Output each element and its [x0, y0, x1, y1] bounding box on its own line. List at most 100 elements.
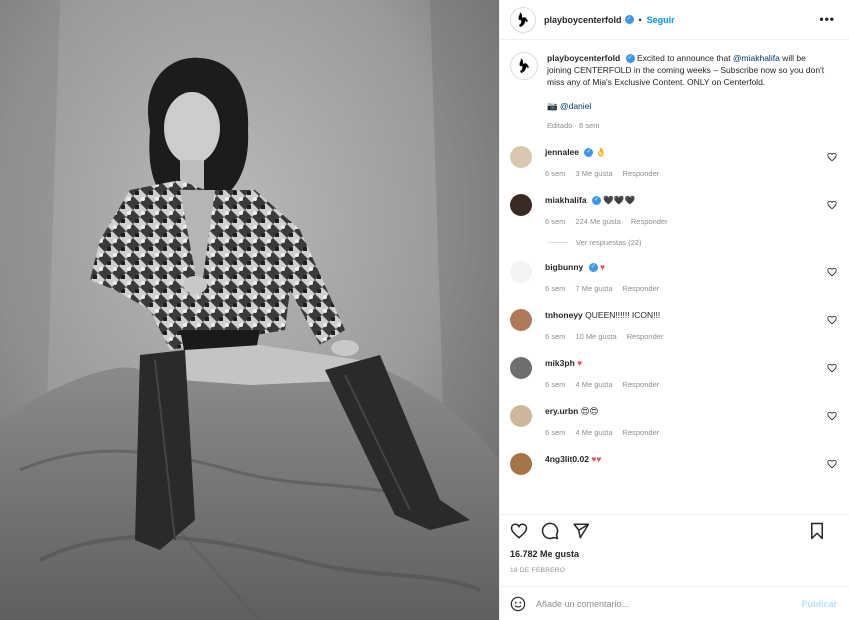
emoji-icon[interactable] [510, 596, 526, 612]
reply-button[interactable]: Responder [627, 332, 664, 341]
comments-list[interactable]: playboycenterfold ✓ Excited to announce … [500, 40, 849, 514]
comment-avatar[interactable] [510, 405, 532, 427]
verified-icon: ✓ [591, 196, 601, 206]
post-photo[interactable] [0, 0, 499, 620]
more-icon[interactable]: ••• [819, 12, 835, 26]
comment-age: 6 sem [545, 332, 566, 341]
comment-username[interactable]: ery.urbn [545, 406, 578, 416]
post-caption: playboycenterfold ✓ Excited to announce … [510, 52, 839, 132]
camera-emoji: 📷 [547, 101, 558, 111]
comment-likes[interactable]: 4 Me gusta [575, 380, 612, 389]
heart-icon[interactable] [827, 363, 837, 373]
mention-link[interactable]: @miakhalifa [733, 53, 780, 63]
comment-avatar[interactable] [510, 453, 532, 475]
comment-body: bigbunny ✓ ♥ 6 sem 7 Me gusta Responder [545, 261, 669, 295]
likes-count[interactable]: 16.782 Me gusta [500, 546, 849, 559]
comment-meta: 6 sem 7 Me gusta Responder [545, 283, 669, 295]
post-header: playboycenterfold ✓ • Seguir ••• [500, 0, 849, 40]
heart-icon[interactable] [827, 315, 837, 325]
reply-button[interactable]: Responder [631, 217, 668, 226]
comment-body: jennalee ✓ 👌 6 sem 3 Me gusta Responder [545, 146, 669, 180]
comment-meta: 6 sem 4 Me gusta Responder [545, 427, 669, 439]
comment-avatar[interactable] [510, 194, 532, 216]
comment-avatar[interactable] [510, 357, 532, 379]
comment-icon[interactable] [541, 522, 559, 540]
caption-text: playboycenterfold ✓ Excited to announce … [547, 52, 829, 132]
account-avatar[interactable] [510, 6, 536, 33]
comment-container: jennalee ✓ 👌 6 sem 3 Me gusta Responder miak… [510, 146, 839, 475]
comment-meta: 6 sem 224 Me gusta Responder [545, 216, 678, 228]
comment-likes[interactable]: 10 Me gusta [575, 332, 616, 341]
comment-meta: 6 sem 4 Me gusta Responder [545, 379, 669, 391]
reply-button[interactable]: Responder [623, 380, 660, 389]
comment-text: QUEEN!!!!!! ICON!!! [585, 310, 661, 320]
reply-button[interactable]: Responder [623, 169, 660, 178]
view-replies-button[interactable]: Ver respuestas (22) [548, 238, 839, 247]
comment-text: 🖤🖤🖤 [603, 195, 636, 205]
comment-username[interactable]: miakhalifa [545, 195, 587, 205]
verified-icon: ✓ [624, 15, 634, 24]
heart-icon[interactable] [827, 267, 837, 277]
comment-username[interactable]: tnhoneyy [545, 310, 583, 320]
reply-button[interactable]: Responder [623, 428, 660, 437]
playboy-logo-icon [518, 12, 528, 27]
heart-icon[interactable] [827, 152, 837, 162]
follow-button[interactable]: Seguir [647, 15, 675, 25]
comment-row: jennalee ✓ 👌 6 sem 3 Me gusta Responder [510, 146, 839, 180]
caption-username[interactable]: playboycenterfold [547, 53, 620, 63]
comment-row: ery.urbn 😍😍 6 sem 4 Me gusta Responder [510, 405, 839, 439]
comment-age: 6 sem [545, 169, 566, 178]
caption-avatar[interactable] [510, 52, 538, 80]
replies-line [548, 242, 568, 243]
comment-likes[interactable]: 4 Me gusta [575, 428, 612, 437]
comment-body: tnhoneyy QUEEN!!!!!! ICON!!! 6 sem 10 Me g… [545, 309, 673, 343]
verified-icon: ✓ [588, 263, 598, 273]
publish-button[interactable]: Publicar [801, 599, 837, 609]
comment-body: 4ng3lit0.02 ♥♥ [545, 453, 601, 475]
comment-avatar[interactable] [510, 309, 532, 331]
comment-row: bigbunny ✓ ♥ 6 sem 7 Me gusta Responder [510, 261, 839, 295]
view-replies-label[interactable]: Ver respuestas (22) [576, 238, 641, 247]
comment-row: mik3ph ♥ 6 sem 4 Me gusta Responder [510, 357, 839, 391]
comment-avatar[interactable] [510, 261, 532, 283]
comment-text: 😍😍 [580, 406, 599, 416]
heart-icon[interactable] [827, 459, 837, 469]
caption-credit: 📷 @daniel [547, 100, 829, 112]
save-icon[interactable] [808, 522, 826, 540]
comment-username[interactable]: 4ng3lit0.02 [545, 454, 589, 464]
verified-icon: ✓ [584, 148, 594, 158]
heart-icon[interactable] [510, 522, 528, 540]
comment-avatar[interactable] [510, 146, 532, 168]
comment-body: miakhalifa ✓ 🖤🖤🖤 6 sem 224 Me gusta Respond… [545, 194, 678, 228]
comment-username[interactable]: jennalee [545, 147, 579, 157]
heart-icon[interactable] [827, 200, 837, 210]
comment-age: 6 sem [545, 217, 566, 226]
comment-username[interactable]: bigbunny [545, 262, 583, 272]
separator-dot: • [638, 14, 642, 25]
instagram-post: playboycenterfold ✓ • Seguir ••• playboy… [0, 0, 849, 620]
verified-icon: ✓ [625, 54, 635, 64]
comment-likes[interactable]: 3 Me gusta [575, 169, 612, 178]
comment-username[interactable]: mik3ph [545, 358, 575, 368]
comment-likes[interactable]: 224 Me gusta [575, 217, 620, 226]
comment-input[interactable] [536, 598, 766, 609]
photo-illustration [0, 0, 499, 620]
reply-button[interactable]: Responder [623, 284, 660, 293]
account-username[interactable]: playboycenterfold [544, 15, 622, 25]
comment-row: tnhoneyy QUEEN!!!!!! ICON!!! 6 sem 10 Me g… [510, 309, 839, 343]
comment-meta: 6 sem 3 Me gusta Responder [545, 168, 669, 180]
comment-text: ♥♥ [591, 454, 602, 464]
comment-age: 6 sem [545, 380, 566, 389]
comment-body: ery.urbn 😍😍 6 sem 4 Me gusta Responder [545, 405, 669, 439]
heart-icon[interactable] [827, 411, 837, 421]
comment-row: miakhalifa ✓ 🖤🖤🖤 6 sem 224 Me gusta Respond… [510, 194, 839, 228]
post-sidebar: playboycenterfold ✓ • Seguir ••• playboy… [499, 0, 849, 620]
credit-mention-link[interactable]: @daniel [560, 101, 591, 111]
comment-meta: 6 sem 10 Me gusta Responder [545, 331, 673, 343]
comment-likes[interactable]: 7 Me gusta [575, 284, 612, 293]
caption-meta: Editado · 6 sem [547, 121, 600, 130]
action-bar [500, 514, 849, 546]
share-icon[interactable] [572, 522, 590, 540]
post-date: 18 DE FEBRERO [510, 567, 566, 574]
add-comment-bar: Publicar [500, 586, 849, 620]
